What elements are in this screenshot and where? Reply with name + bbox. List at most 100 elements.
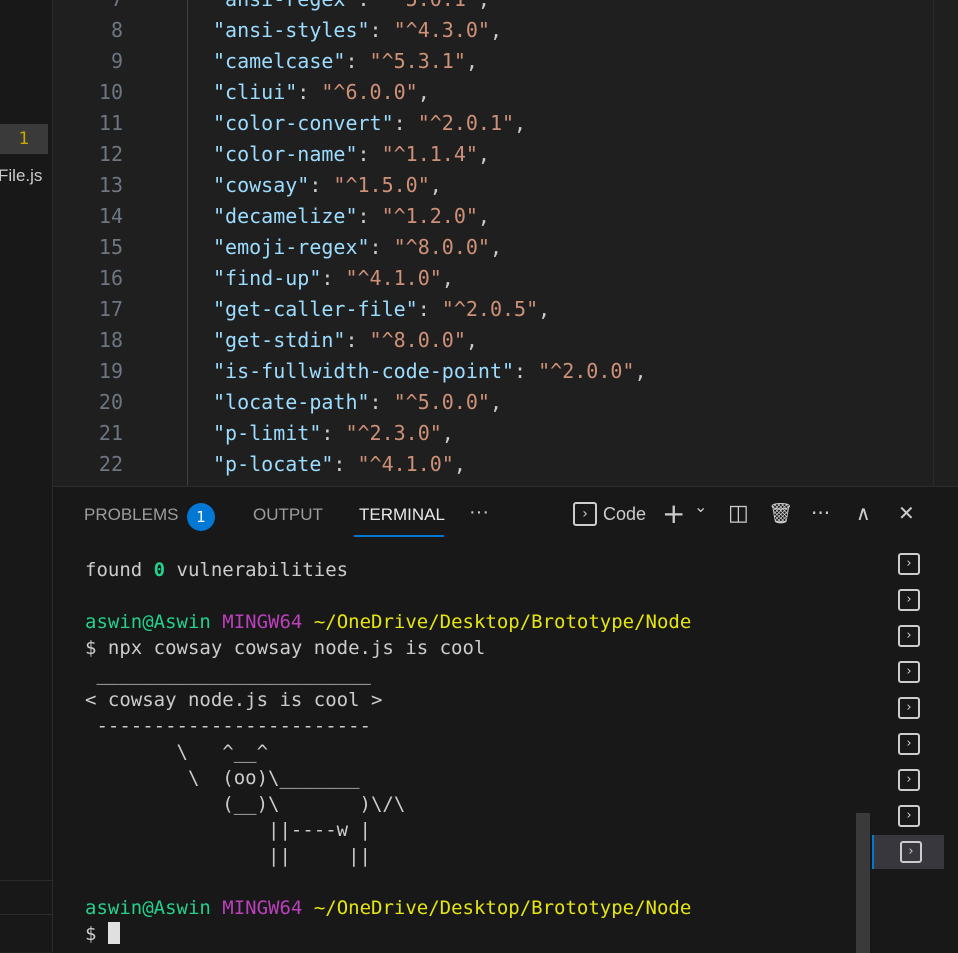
terminal-icon: ›: [898, 805, 920, 827]
explorer-file-item[interactable]: File.js: [0, 166, 42, 186]
terminal-icon: ›: [898, 553, 920, 575]
line-number: 22: [98, 452, 123, 476]
tabs-more-button[interactable]: ···: [469, 501, 489, 524]
cowsay-line: ------------------------: [85, 715, 371, 737]
code-text: "cowsay": "^1.5.0",: [213, 173, 442, 197]
code-text: "emoji-regex": "^8.0.0",: [213, 235, 503, 259]
terminal-prompt: aswin@Aswin MINGW64 ~/OneDrive/Desktop/B…: [85, 897, 692, 919]
trash-icon[interactable]: 🗑: [768, 501, 793, 525]
problems-count-badge: 1: [0, 124, 48, 154]
terminal-scrollbar[interactable]: [856, 813, 870, 953]
code-editor[interactable]: 7 "ansi-regex": "^5.0.1", 8 "ansi-styles": …: [53, 0, 958, 486]
code-line: 18 "get-stdin": "^8.0.0",: [53, 325, 923, 356]
code-line: 15 "emoji-regex": "^8.0.0",: [53, 232, 923, 263]
tab-problems[interactable]: PROBLEMS: [84, 505, 178, 525]
cowsay-line: (__)\ )\/\: [85, 793, 406, 815]
terminal-instance-item[interactable]: ›: [872, 727, 942, 761]
bottom-panel: PROBLEMS 1 OUTPUT TERMINAL ··· › Code + ⌄…: [53, 486, 958, 953]
code-line: 14 "decamelize": "^1.2.0",: [53, 201, 923, 232]
line-number: 13: [98, 173, 123, 197]
line-number: 16: [98, 266, 123, 290]
code-line: 21 "p-limit": "^2.3.0",: [53, 418, 923, 449]
terminal-command: $ npx cowsay cowsay node.js is cool: [85, 637, 486, 659]
code-line: 10 "cliui": "^6.0.0",: [53, 77, 923, 108]
code-text: "get-stdin": "^8.0.0",: [213, 328, 478, 352]
cowsay-line: || ||: [85, 845, 371, 867]
code-text: "p-limit": "^2.3.0",: [213, 421, 454, 445]
code-line: 13 "cowsay": "^1.5.0",: [53, 170, 923, 201]
terminal-icon: ›: [898, 661, 920, 683]
terminal-instance-item[interactable]: ›: [872, 835, 944, 869]
terminal-icon: ›: [898, 589, 920, 611]
terminal-instance-item[interactable]: ›: [872, 619, 942, 653]
line-number: 15: [98, 235, 123, 259]
code-line: 22 "p-locate": "^4.1.0",: [53, 449, 923, 480]
code-text: "ansi-regex": "^5.0.1",: [213, 0, 490, 15]
code-text: "color-convert": "^2.0.1",: [213, 111, 527, 135]
line-number: 12: [98, 142, 123, 166]
line-number: 19: [98, 359, 123, 383]
code-line: 12 "color-name": "^1.1.4",: [53, 139, 923, 170]
cowsay-line: ||----w |: [85, 819, 371, 841]
terminal-instance-item[interactable]: ›: [872, 763, 942, 797]
code-line: 17 "get-caller-file": "^2.0.5",: [53, 294, 923, 325]
terminal-instance-item[interactable]: ›: [872, 691, 942, 725]
code-line: 7 "ansi-regex": "^5.0.1",: [53, 0, 923, 15]
cowsay-line: \ ^__^: [85, 741, 269, 763]
terminal-instance-item[interactable]: ›: [872, 547, 942, 581]
cowsay-line: \ (oo)\_______: [85, 767, 360, 789]
code-text: "cliui": "^6.0.0",: [213, 80, 430, 104]
split-terminal-button[interactable]: ◫: [728, 501, 749, 526]
terminal-icon: ›: [898, 625, 920, 647]
terminal-instance-item[interactable]: ›: [872, 583, 942, 617]
terminal-icon: ›: [898, 769, 920, 791]
terminal-cursor: [107, 922, 120, 944]
editor-scrollbar[interactable]: [933, 0, 948, 486]
terminal-icon: ›: [898, 733, 920, 755]
maximize-panel-button[interactable]: ∧: [856, 501, 871, 525]
terminal-selector[interactable]: › Code: [573, 501, 646, 526]
explorer-sidebar: 1 File.js: [0, 0, 53, 952]
code-text: "p-locate": "^4.1.0",: [213, 452, 466, 476]
problems-badge: 1: [187, 503, 215, 531]
sidebar-divider: [0, 914, 52, 915]
line-number: 17: [98, 297, 123, 321]
line-number: 21: [98, 421, 123, 445]
tab-output[interactable]: OUTPUT: [253, 505, 323, 525]
terminal-instance-item[interactable]: ›: [872, 799, 942, 833]
code-text: "get-caller-file": "^2.0.5",: [213, 297, 551, 321]
line-number: 7: [53, 0, 123, 15]
terminal-instance-list: › › › › › › › › ›: [872, 545, 958, 953]
terminal-input-line[interactable]: $: [85, 921, 120, 947]
code-line: 16 "find-up": "^4.1.0",: [53, 263, 923, 294]
code-line: 8 "ansi-styles": "^4.3.0",: [53, 15, 923, 46]
terminal-instance-item[interactable]: ›: [872, 655, 942, 689]
cowsay-line: ________________________: [85, 663, 371, 685]
code-text: "camelcase": "^5.3.1",: [213, 49, 478, 73]
code-text: "is-fullwidth-code-point": "^2.0.0",: [213, 359, 647, 383]
line-number: 20: [98, 390, 123, 414]
new-terminal-button[interactable]: +: [662, 497, 685, 530]
line-number: 8: [110, 18, 123, 42]
sidebar-divider: [0, 880, 52, 881]
line-number: 18: [98, 328, 123, 352]
panel-tab-bar: PROBLEMS 1 OUTPUT TERMINAL ··· › Code + ⌄…: [53, 487, 958, 545]
code-line: 20 "locate-path": "^5.0.0",: [53, 387, 923, 418]
more-actions-button[interactable]: ···: [811, 501, 830, 525]
tab-terminal[interactable]: TERMINAL: [359, 505, 445, 525]
code-text: "find-up": "^4.1.0",: [213, 266, 454, 290]
close-panel-button[interactable]: ✕: [898, 501, 915, 525]
terminal-icon: ›: [898, 697, 920, 719]
terminal-icon: ›: [900, 841, 922, 863]
terminal-line: found 0 vulnerabilities: [85, 559, 349, 581]
line-number: 10: [98, 80, 123, 104]
chevron-down-icon[interactable]: ⌄: [694, 497, 707, 516]
code-text: "ansi-styles": "^4.3.0",: [213, 18, 503, 42]
code-line: 9 "camelcase": "^5.3.1",: [53, 46, 923, 77]
code-text: "decamelize": "^1.2.0",: [213, 204, 490, 228]
cowsay-line: < cowsay node.js is cool >: [85, 689, 383, 711]
terminal-prompt: aswin@Aswin MINGW64 ~/OneDrive/Desktop/B…: [85, 611, 692, 633]
code-line: 19 "is-fullwidth-code-point": "^2.0.0",: [53, 356, 923, 387]
code-text: "locate-path": "^5.0.0",: [213, 390, 503, 414]
code-line: 11 "color-convert": "^2.0.1",: [53, 108, 923, 139]
